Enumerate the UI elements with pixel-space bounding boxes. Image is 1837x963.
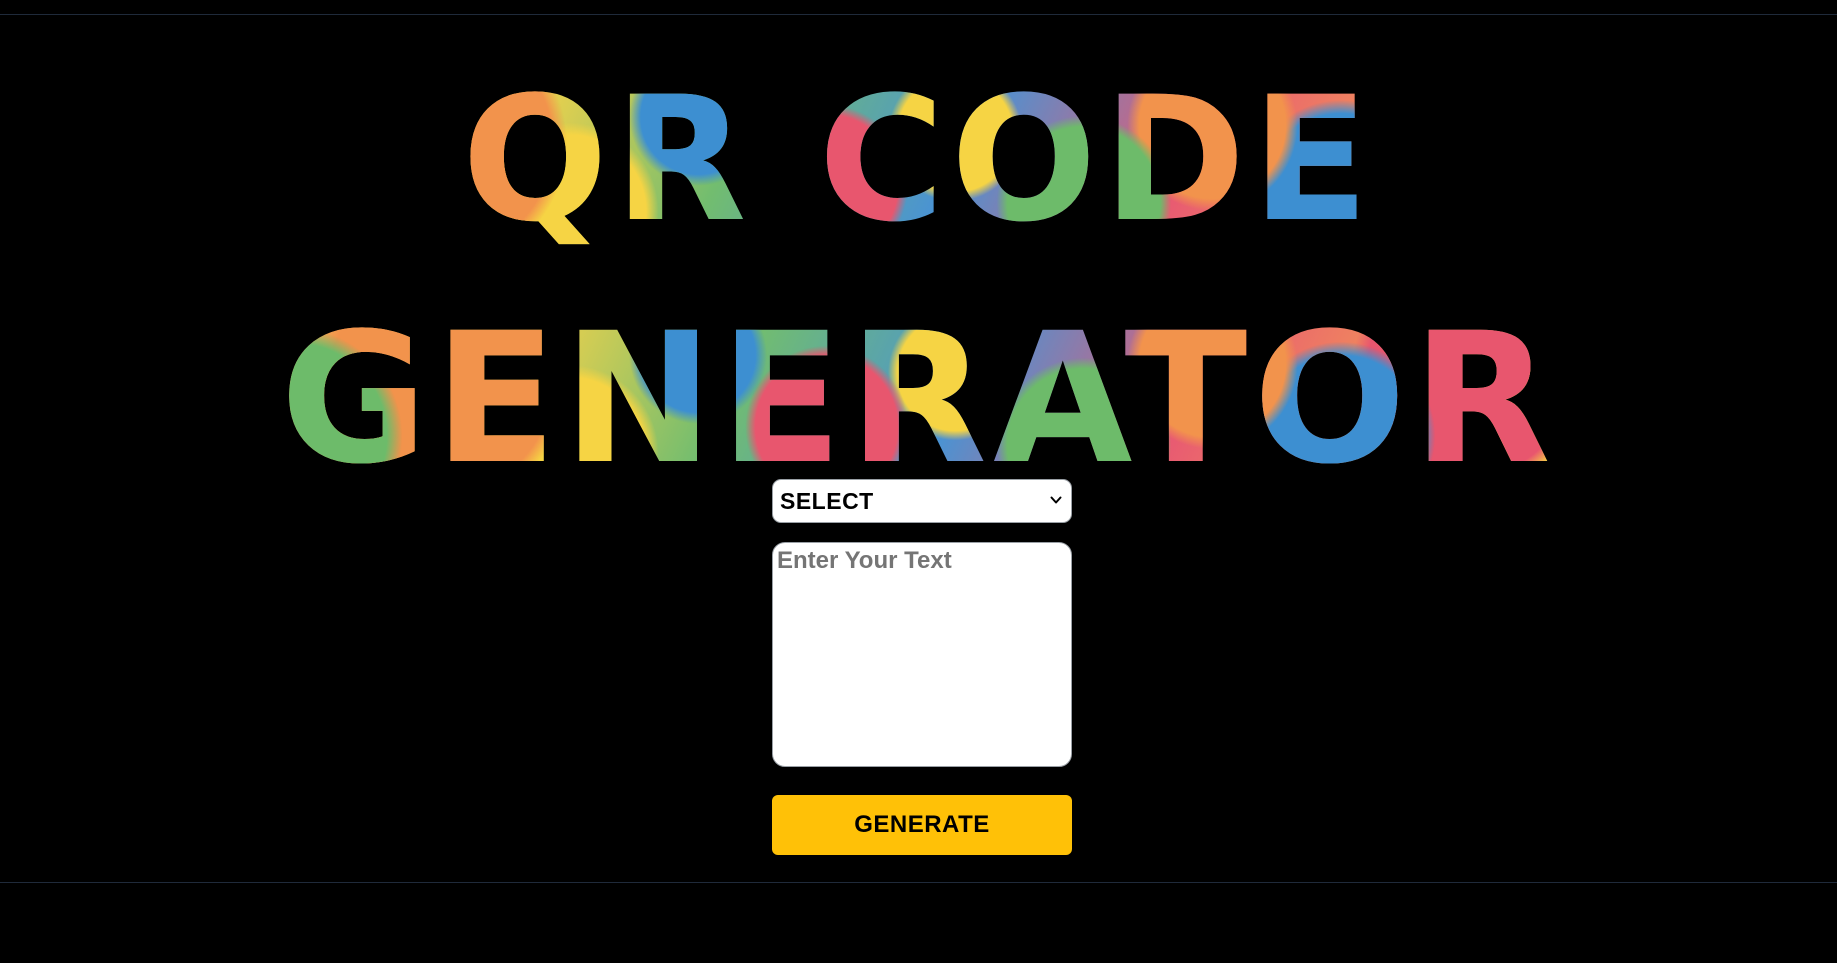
text-input[interactable] — [772, 542, 1072, 767]
bottom-divider — [0, 882, 1837, 883]
top-divider — [0, 14, 1837, 15]
page-title-line-1: QR CODE — [0, 74, 1837, 246]
qr-type-select-value: SELECT — [780, 488, 874, 514]
qr-type-select[interactable]: SELECT — [772, 479, 1072, 523]
page-title-line-2: GENERATOR — [0, 310, 1837, 490]
chevron-down-icon — [1050, 496, 1062, 504]
generate-button[interactable]: GENERATE — [772, 795, 1072, 855]
